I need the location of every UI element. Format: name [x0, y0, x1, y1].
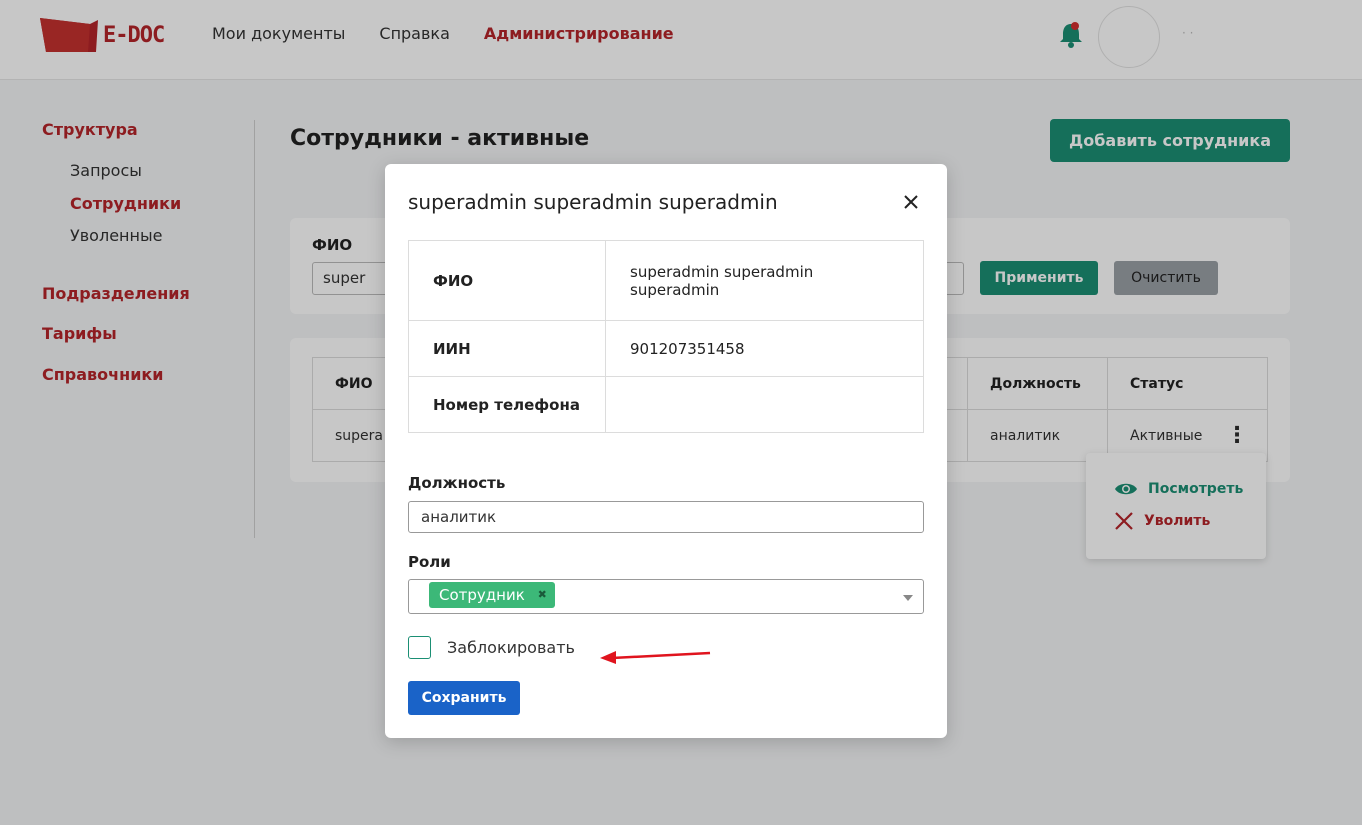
info-row: Номер телефона	[408, 376, 924, 433]
info-row: ИИН 901207351458	[408, 320, 924, 377]
remove-tag-icon[interactable]: ✖	[538, 582, 547, 608]
save-button[interactable]: Сохранить	[408, 681, 520, 715]
block-checkbox-label[interactable]: Заблокировать	[447, 638, 575, 657]
info-value: 901207351458	[605, 320, 924, 377]
roles-select[interactable]: Сотрудник ✖	[408, 579, 924, 614]
roles-label: Роли	[408, 553, 451, 571]
chevron-down-icon[interactable]	[903, 595, 913, 601]
employee-info-table: ФИО superadmin superadmin superadmin ИИН…	[408, 240, 924, 433]
info-value	[605, 376, 924, 433]
position-label: Должность	[408, 474, 506, 492]
block-checkbox[interactable]	[408, 636, 431, 659]
annotation-arrow-icon	[600, 651, 711, 664]
modal-title: superadmin superadmin superadmin	[408, 190, 778, 214]
role-tag-label: Сотрудник	[439, 586, 525, 604]
info-row: ФИО superadmin superadmin superadmin	[408, 240, 924, 321]
close-icon[interactable]	[899, 190, 923, 214]
row-actions-icon[interactable]: ⋮	[1226, 424, 1248, 448]
info-key: Номер телефона	[408, 376, 606, 433]
info-key: ИИН	[408, 320, 606, 377]
info-value: superadmin superadmin superadmin	[605, 240, 924, 321]
info-key: ФИО	[408, 240, 606, 321]
role-tag: Сотрудник ✖	[429, 582, 555, 608]
position-input[interactable]: аналитик	[408, 501, 924, 533]
